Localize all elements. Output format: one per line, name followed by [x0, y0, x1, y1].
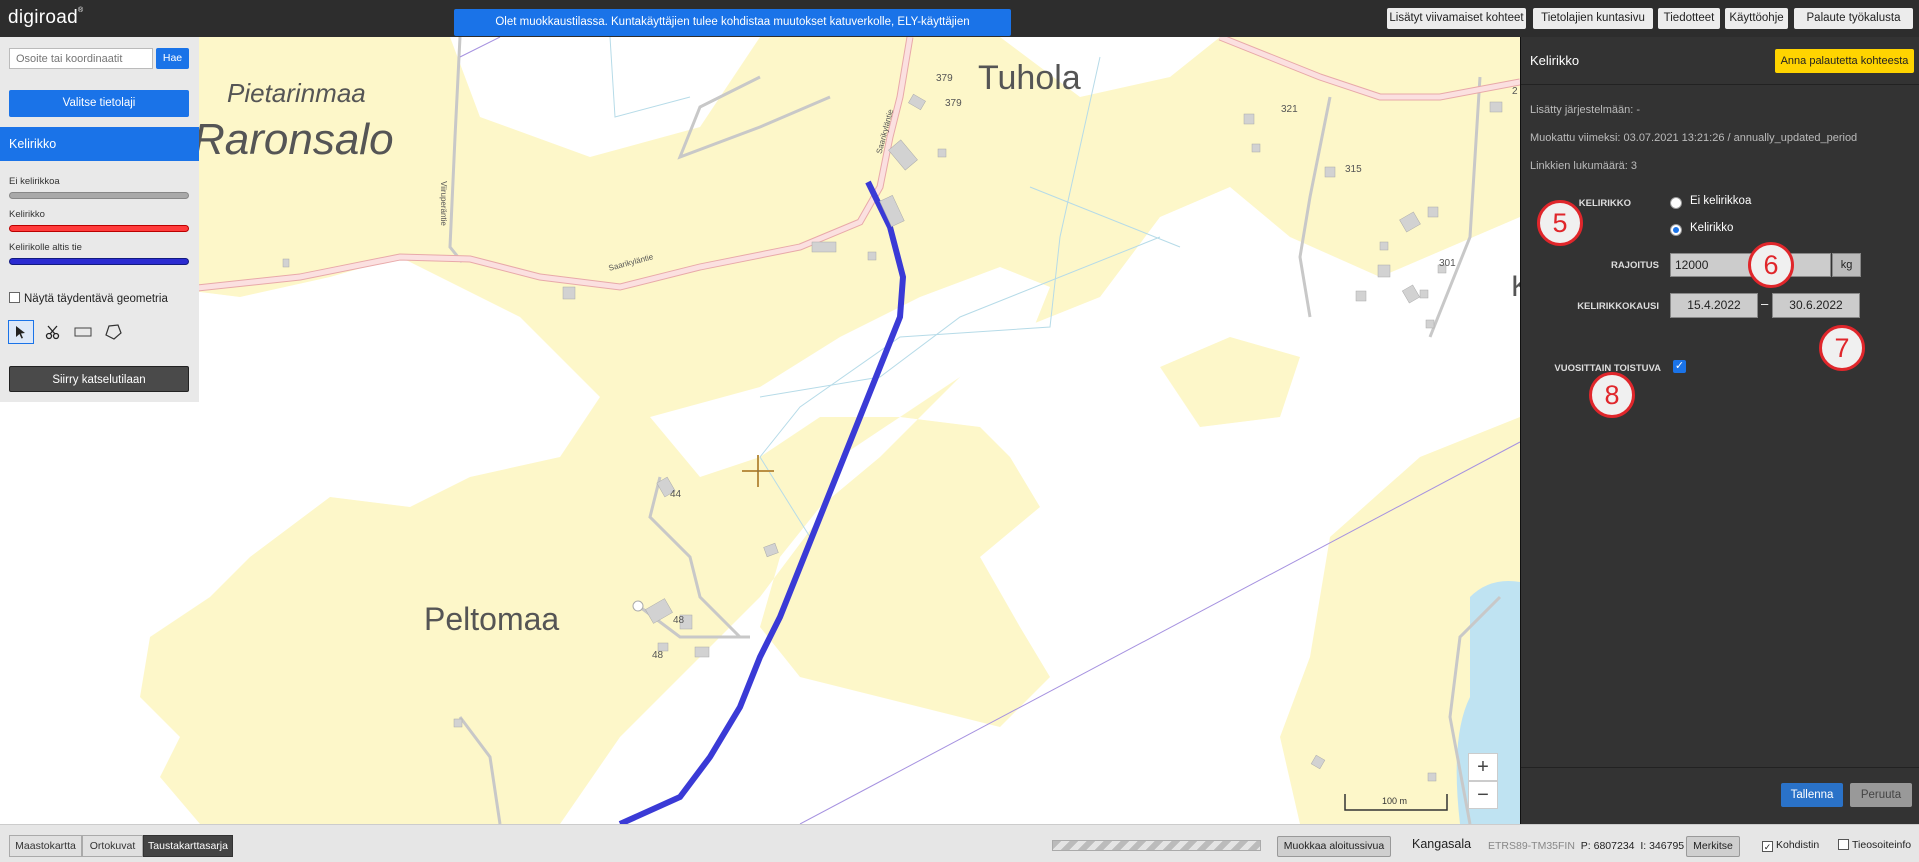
show-geometry-checkbox[interactable]: Näytä täydentävä geometria	[9, 292, 168, 305]
house-number: 48	[652, 650, 664, 661]
legend-bar-red	[9, 225, 189, 232]
step-marker-6: 6	[1748, 242, 1794, 288]
period-start-input[interactable]: 15.4.2022	[1670, 293, 1758, 318]
save-button[interactable]: Tallenna	[1781, 783, 1843, 807]
polygon-tool-button[interactable]	[100, 320, 126, 344]
select-layer-button[interactable]: Valitse tietolaji	[9, 90, 189, 117]
scale-label: 100 m	[1382, 796, 1408, 806]
basemap-background-button[interactable]: Taustakarttasarja	[143, 835, 233, 857]
municipality-page-button[interactable]: Tietolajien kuntasivu	[1533, 8, 1653, 29]
panel-footer: Tallenna Peruuta	[1521, 767, 1919, 824]
period-end-input[interactable]: 30.6.2022	[1772, 293, 1860, 318]
place-label-pietarinmaa: Pietarinmaa	[227, 78, 366, 108]
house-number: 2	[1512, 86, 1518, 97]
zoom-out-button[interactable]: −	[1468, 781, 1498, 809]
added-info: Lisätty järjestelmään: -	[1530, 104, 1641, 116]
basemap-terrain-button[interactable]: Maastokartta	[9, 835, 82, 857]
limit-field-label: RAJOITUS	[1610, 260, 1659, 271]
period-field-label: KELIRIKKOKAUSI	[1577, 301, 1659, 312]
zoom-in-button[interactable]: +	[1468, 753, 1498, 781]
step-marker-7: 7	[1819, 325, 1865, 371]
loading-progress-bar	[1052, 840, 1261, 851]
edit-start-page-button[interactable]: Muokkaa aloitussivua	[1277, 836, 1391, 857]
rectangle-tool-button[interactable]	[70, 320, 96, 344]
layer-title: Kelirikko	[0, 127, 199, 161]
road-address-info-checkbox[interactable]: Tieosoiteinfo	[1838, 839, 1911, 851]
bottom-bar: Maastokartta Ortokuvat Taustakarttasarja…	[0, 824, 1919, 862]
house-number: 44	[670, 489, 682, 500]
top-bar: digiroad® Olet muokkaustilassa. Kuntakäy…	[0, 0, 1919, 55]
coord-i: I: 346795	[1640, 840, 1685, 852]
left-panel: Hae Valitse tietolaji Kelirikko Ei kelir…	[0, 37, 199, 402]
house-number: 301	[1439, 258, 1456, 269]
limit-unit: kg	[1832, 253, 1861, 277]
road-label: Viiruperäntie	[438, 181, 448, 226]
select-tool-icon	[16, 326, 25, 339]
asset-edit-panel: Kelirikko Anna palautetta kohteesta Lisä…	[1520, 37, 1919, 824]
crs-label: ETRS89-TM35FIN	[1488, 840, 1575, 852]
search-button[interactable]: Hae	[156, 48, 189, 69]
place-label-peltomaa: Peltomaa	[424, 601, 560, 637]
select-tool-button[interactable]	[8, 320, 34, 344]
road-address-info-label: Tieosoiteinfo	[1852, 839, 1912, 851]
logo-text: digiroad	[8, 7, 79, 28]
legend-bar-grey	[9, 192, 189, 199]
bulletins-button[interactable]: Tiedotteet	[1658, 8, 1720, 29]
radio-frost-damage[interactable]	[1670, 224, 1682, 236]
panel-header: Kelirikko Anna palautetta kohteesta	[1521, 37, 1919, 85]
polygon-tool-icon	[105, 324, 122, 340]
link-count: Linkkien lukumäärä: 3	[1530, 160, 1638, 172]
place-label-raronsalo: Raronsalo	[193, 115, 394, 164]
legend-label-no-frost-damage: Ei kelirikkoa	[9, 176, 60, 187]
coord-p: P: 6807234	[1580, 840, 1635, 852]
legend-bar-blue	[9, 258, 189, 265]
cancel-button[interactable]: Peruuta	[1850, 783, 1912, 807]
legend-label-susceptible-road: Kelirikolle altis tie	[9, 242, 82, 253]
map-canvas[interactable]: Pietarinmaa Raronsalo Tuhola Peltomaa Sa…	[0, 37, 1520, 824]
show-geometry-label: Näytä täydentävä geometria	[24, 293, 168, 305]
address-search-input[interactable]	[9, 48, 153, 69]
basemap-ortho-button[interactable]: Ortokuvat	[82, 835, 143, 857]
step-marker-5: 5	[1537, 200, 1583, 246]
added-linear-features-button[interactable]: Lisätyt viivamaiset kohteet	[1387, 8, 1526, 29]
radio-label-no-frost-damage: Ei kelirikkoa	[1690, 195, 1752, 207]
house-number: 379	[945, 98, 962, 109]
house-number: 321	[1281, 104, 1298, 115]
cut-tool-icon	[45, 325, 60, 340]
view-mode-button[interactable]: Siirry katselutilaan	[9, 366, 189, 392]
cursor-checkbox[interactable]: ✓ Kohdistin	[1762, 839, 1819, 852]
tool-feedback-button[interactable]: Palaute työkalusta	[1794, 8, 1913, 29]
cursor-checkbox-label: Kohdistin	[1776, 839, 1820, 851]
edit-mode-notice: Olet muokkaustilassa. Kuntakäyttäjien tu…	[454, 9, 1011, 55]
place-label-edge: K	[1511, 270, 1520, 304]
municipality-name: Kangasala	[1412, 837, 1472, 851]
modified-info: Muokattu viimeksi: 03.07.2021 13:21:26 /…	[1530, 132, 1858, 144]
period-separator: –	[1761, 296, 1769, 311]
checkbox-icon[interactable]	[1838, 839, 1849, 850]
panel-title: Kelirikko	[1530, 53, 1580, 68]
repeat-annually-checkbox[interactable]: ✓	[1673, 360, 1686, 373]
digiroad-logo[interactable]: digiroad®	[8, 7, 83, 29]
place-label-tuhola: Tuhola	[978, 59, 1081, 97]
checkbox-icon[interactable]	[9, 292, 20, 303]
checkbox-checked-icon[interactable]: ✓	[1762, 841, 1773, 852]
legend-label-frost-damage: Kelirikko	[9, 209, 45, 220]
step-marker-8: 8	[1589, 372, 1635, 418]
logo-trademark: ®	[78, 7, 84, 14]
house-number: 48	[673, 615, 685, 626]
give-feedback-button[interactable]: Anna palautetta kohteesta	[1775, 49, 1914, 73]
coordinate-readout: ETRS89-TM35FIN P: 6807234 I: 346795	[1488, 840, 1684, 852]
repeat-field-label: VUOSITTAIN TOISTUVA	[1554, 363, 1661, 374]
radio-no-frost-damage[interactable]	[1670, 197, 1682, 209]
house-number: 315	[1345, 164, 1362, 175]
house-number: 379	[936, 73, 953, 84]
user-guide-button[interactable]: Käyttöohje	[1725, 8, 1788, 29]
mark-button[interactable]: Merkitse	[1686, 836, 1740, 857]
radio-label-frost-damage: Kelirikko	[1690, 222, 1734, 234]
cut-tool-button[interactable]	[40, 320, 66, 344]
rectangle-tool-icon	[74, 327, 92, 337]
